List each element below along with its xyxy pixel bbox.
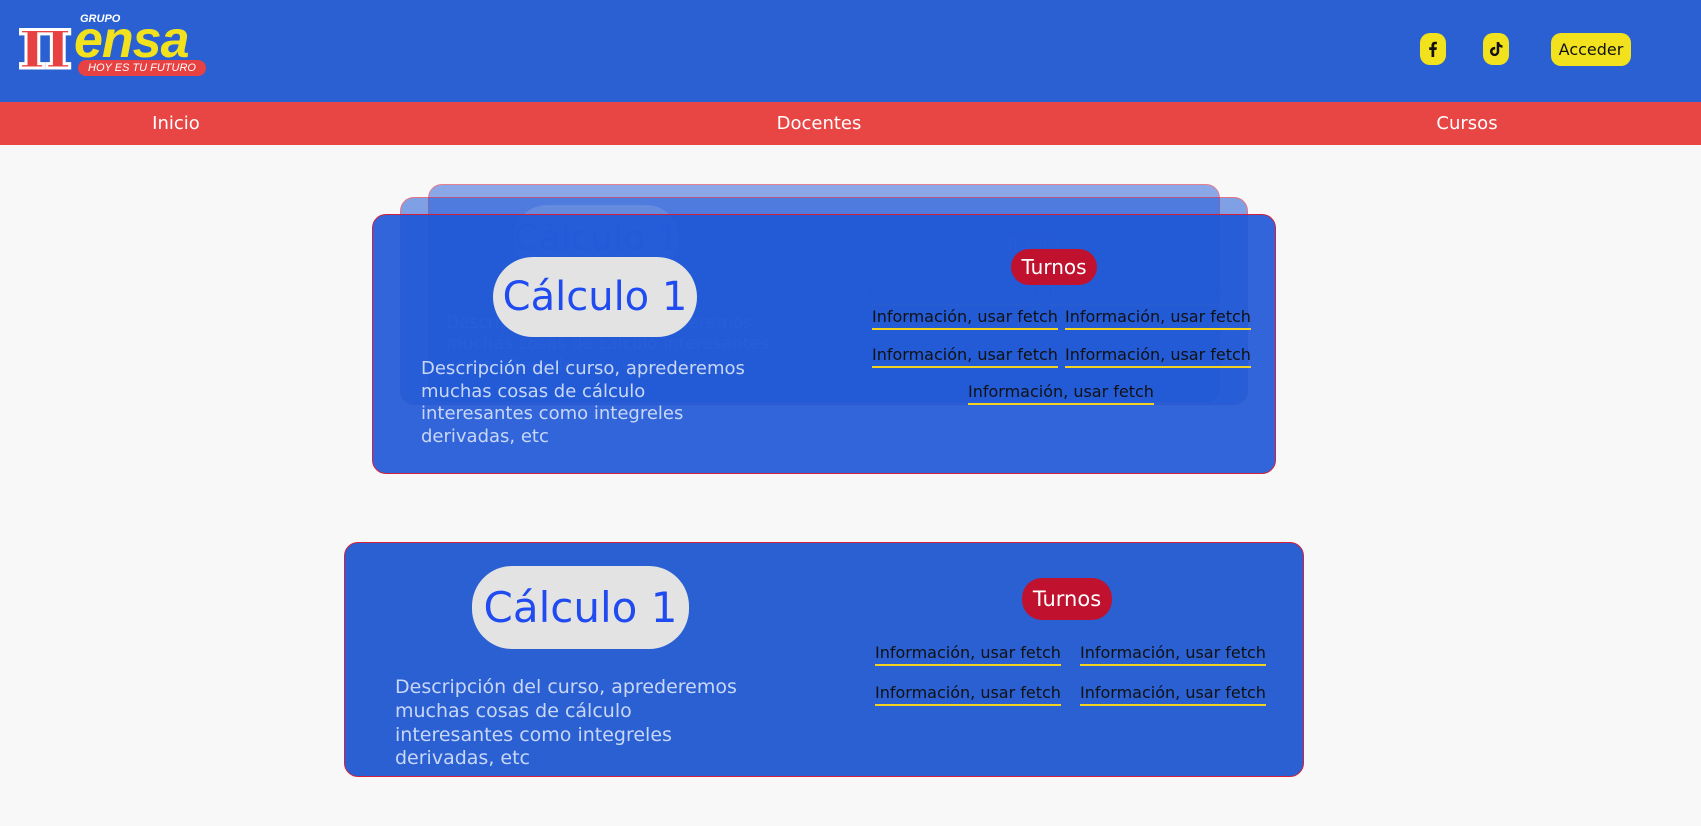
top-header: π ensa GRUPO HOY ES TU FUTURO Acceder — [0, 0, 1701, 102]
grupo-pi-ensa-logo[interactable]: π ensa GRUPO HOY ES TU FUTURO — [16, 5, 210, 82]
logo-slogan: HOY ES TU FUTURO — [78, 60, 206, 76]
login-button[interactable]: Acceder — [1551, 33, 1631, 66]
info-link[interactable]: Información, usar fetch — [872, 307, 1058, 330]
info-link[interactable]: Información, usar fetch — [875, 683, 1061, 706]
tiktok-icon — [1490, 42, 1503, 57]
nav-link-docentes[interactable]: Docentes — [759, 102, 879, 145]
turnos-badge[interactable]: Turnos — [1022, 578, 1112, 620]
logo-grupo-label: GRUPO — [80, 13, 121, 25]
facebook-link[interactable] — [1420, 33, 1446, 65]
tiktok-link[interactable] — [1483, 33, 1509, 65]
info-link[interactable]: Información, usar fetch — [875, 643, 1061, 666]
nav-link-cursos[interactable]: Cursos — [1417, 102, 1517, 145]
course-description: Descripción del curso, aprederemos mucha… — [421, 358, 745, 447]
course-title: Cálculo 1 — [493, 257, 697, 337]
course-card: Cálculo 1 Descripción del curso, apreder… — [344, 542, 1304, 777]
turnos-badge[interactable]: Turnos — [1011, 249, 1097, 285]
info-link[interactable]: Información, usar fetch — [1065, 345, 1251, 368]
course-description: Descripción del curso, aprederemos mucha… — [395, 676, 737, 770]
info-link[interactable]: Información, usar fetch — [1080, 683, 1266, 706]
info-link[interactable]: Información, usar fetch — [1065, 307, 1251, 330]
nav-link-inicio[interactable]: Inicio — [126, 102, 226, 145]
course-card: Cálculo 1 Descripción del curso, apreder… — [372, 214, 1276, 474]
info-link[interactable]: Información, usar fetch — [1080, 643, 1266, 666]
main-nav: Inicio Docentes Cursos — [0, 102, 1701, 145]
course-title: Cálculo 1 — [472, 566, 689, 649]
info-link[interactable]: Información, usar fetch — [968, 382, 1154, 405]
facebook-icon — [1429, 41, 1437, 57]
logo-pi-symbol: π — [16, 0, 73, 86]
info-link[interactable]: Información, usar fetch — [872, 345, 1058, 368]
